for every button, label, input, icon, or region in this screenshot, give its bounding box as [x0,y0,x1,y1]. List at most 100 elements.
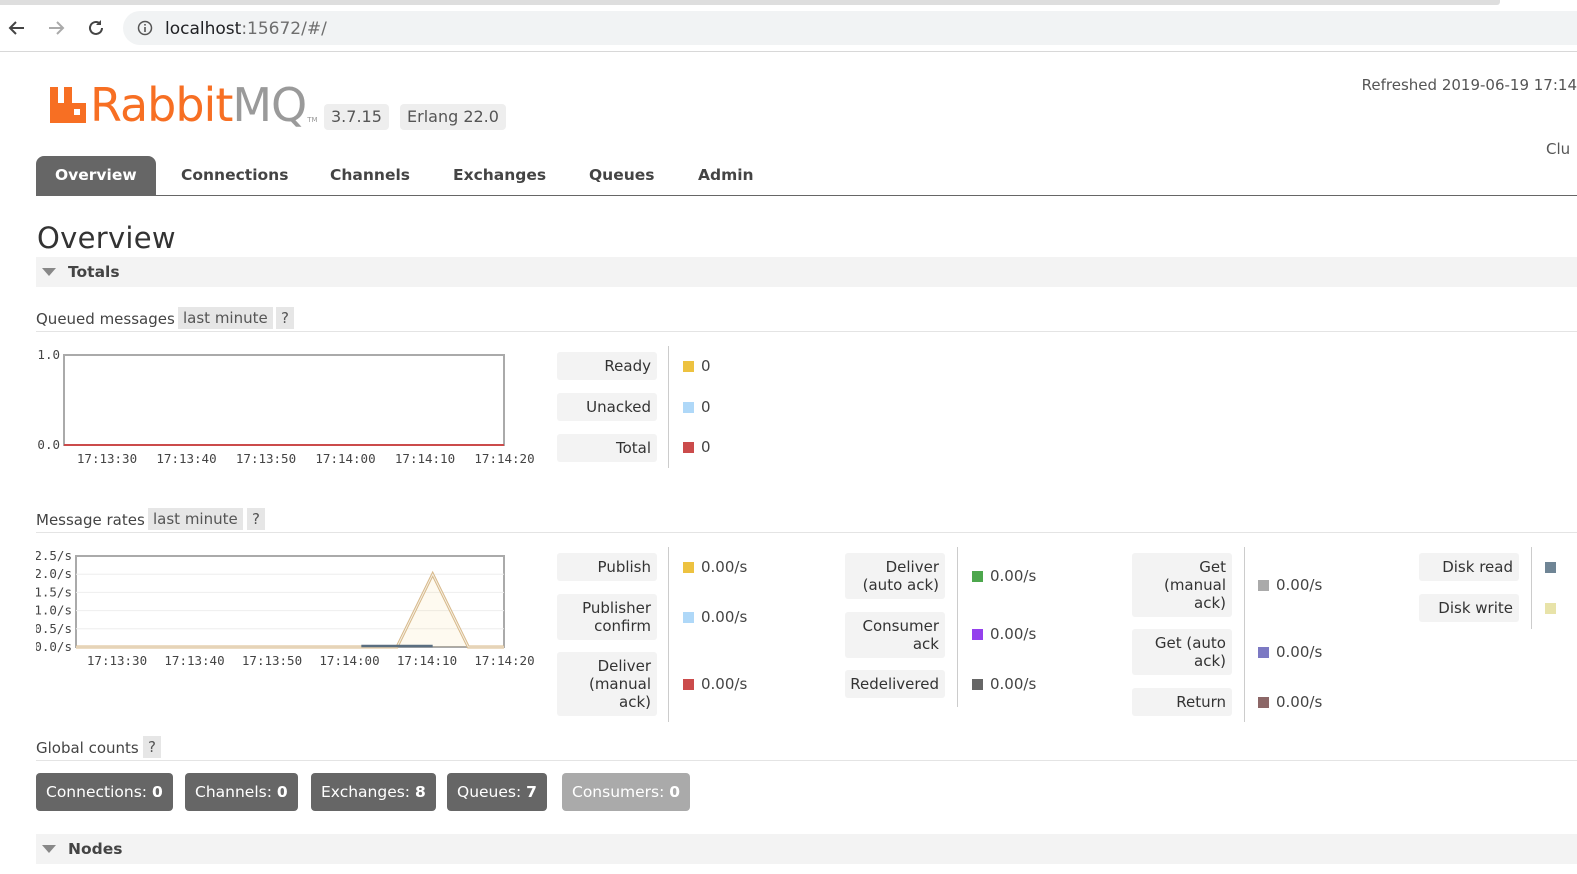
x-tick-label: 17:14:20 [474,653,534,668]
info-icon[interactable] [137,20,153,36]
y-tick-label: 0.5/s [36,621,72,636]
queues-count-value: 7 [526,783,537,801]
logo-wordmark: RabbitMQ [90,82,307,128]
tab-queues[interactable]: Queues [589,156,655,195]
stat-label-unacked: Unacked [557,393,657,421]
back-button[interactable] [2,13,32,43]
queues-count-button[interactable]: Queues: 7 [447,773,547,811]
tab-channels[interactable]: Channels [330,156,410,195]
page-title: Overview [37,221,176,255]
arrow-right-icon [49,21,65,35]
arrow-left-icon [8,21,24,35]
stat-divider [668,547,669,722]
message-rates-header: Message rates last minute ? [36,508,1577,533]
refreshed-timestamp: Refreshed 2019-06-19 17:14 [1361,76,1577,94]
x-tick-label: 17:13:40 [164,653,224,668]
stat-value-unacked: 0 [701,398,711,416]
reload-button[interactable] [81,13,111,43]
legend-swatch-deliver-auto-ack [972,571,983,582]
y-tick-label: 0.0 [37,437,60,452]
consumers-count-button[interactable]: Consumers: 0 [562,773,691,811]
legend-swatch-publisher-confirm [683,612,694,623]
x-tick-label: 17:13:50 [236,451,296,466]
stat-label-get-auto-ack: Get (auto ack) [1132,629,1232,675]
legend-swatch-total [683,442,694,453]
stat-divider [668,346,669,468]
stat-value-publish: 0.00/s [701,558,748,576]
legend-swatch-ready [683,361,694,372]
exchanges-count-value: 8 [414,783,426,801]
nodes-section-toggle[interactable]: Nodes [36,834,1577,864]
stat-label-deliver-manual-ack: Deliver (manual ack) [557,652,657,716]
global-counts-title: Global counts [36,739,139,757]
totals-section-label: Totals [68,263,120,281]
stat-value-deliver-manual-ack: 0.00/s [701,675,748,693]
y-tick-label: 0.0/s [36,639,72,654]
stat-divider [1244,547,1245,722]
exchanges-count-button[interactable]: Exchanges: 8 [311,773,436,811]
x-tick-label: 17:13:40 [156,451,216,466]
browser-toolbar: localhost:15672/#/ [0,5,1577,52]
channels-count-label: Channels: [195,783,272,801]
nodes-section-label: Nodes [68,840,123,858]
tab-connections[interactable]: Connections [181,156,288,195]
legend-swatch-deliver-manual-ack [683,679,694,690]
stat-value-ready: 0 [701,357,711,375]
chart-frame [63,354,505,446]
channels-count-button[interactable]: Channels: 0 [185,773,298,811]
consumers-count-value: 0 [669,783,681,801]
collapse-triangle-icon [42,268,56,276]
url-text[interactable]: localhost:15672/#/ [165,19,327,39]
address-bar[interactable]: localhost:15672/#/ [123,11,1577,45]
tab-admin[interactable]: Admin [698,156,754,195]
stat-divider [957,547,958,707]
stat-label-publish: Publish [557,553,657,581]
consumers-count-label: Consumers: [572,783,665,801]
stat-value-get-manual-ack: 0.00/s [1276,576,1323,594]
stat-label-disk-read: Disk read [1419,553,1519,581]
y-tick-label: 2.0/s [36,566,72,581]
legend-swatch-consumer-ack [972,629,983,640]
version-badge: 3.7.15 [324,104,389,130]
queued-messages-chart: 1.0 0.0 17:13:30 17:13:40 17:13:50 17:14:00 17… [37,347,534,466]
rates-help-button[interactable]: ? [247,508,265,530]
x-tick-label: 17:13:30 [87,653,147,668]
queued-help-button[interactable]: ? [276,307,294,329]
message-rates-chart: 2.5/s 2.0/s 1.5/s 1.0/s 0.5/s 0.0/s 17:13:30 17… [36,548,535,668]
x-tick-label: 17:13:30 [77,451,137,466]
tab-overview[interactable]: Overview [36,156,156,195]
queues-count-label: Queues: [457,783,522,801]
message-rates-title: Message rates [36,511,145,529]
x-tick-label: 17:14:10 [395,451,455,466]
global-counts-help-button[interactable]: ? [143,736,161,758]
x-tick-label: 17:13:50 [242,653,302,668]
logo-rabbit: Rabbit [90,78,233,132]
stat-label-deliver-auto-ack: Deliver (auto ack) [845,553,945,599]
queued-messages-title: Queued messages [36,310,175,328]
legend-swatch-disk-read [1545,562,1556,573]
queued-range-selector[interactable]: last minute [178,307,273,329]
main-tabs: Overview Connections Channels Exchanges … [36,156,1577,196]
stat-value-total: 0 [701,438,711,456]
stat-label-publisher-confirm: Publisher confirm [557,594,657,640]
tab-exchanges[interactable]: Exchanges [453,156,546,195]
stat-value-return: 0.00/s [1276,693,1323,711]
stat-label-ready: Ready [557,352,657,380]
stat-value-publisher-confirm: 0.00/s [701,608,748,626]
stat-label-consumer-ack: Consumer ack [845,612,945,658]
y-tick-label: 1.0/s [36,603,72,618]
x-tick-label: 17:14:20 [474,451,534,466]
rabbitmq-logo[interactable]: RabbitMQ TM [48,82,318,128]
connections-count-value: 0 [151,783,163,801]
totals-section-toggle[interactable]: Totals [36,257,1577,287]
exchanges-count-label: Exchanges: [321,783,411,801]
legend-swatch-unacked [683,402,694,413]
stat-label-total: Total [557,434,657,462]
stat-label-disk-write: Disk write [1419,594,1519,622]
forward-button[interactable] [41,13,71,43]
stat-value-redelivered: 0.00/s [990,675,1037,693]
connections-count-button[interactable]: Connections: 0 [36,773,173,811]
legend-swatch-return [1258,697,1269,708]
rates-range-selector[interactable]: last minute [148,508,243,530]
x-tick-label: 17:14:00 [315,451,375,466]
